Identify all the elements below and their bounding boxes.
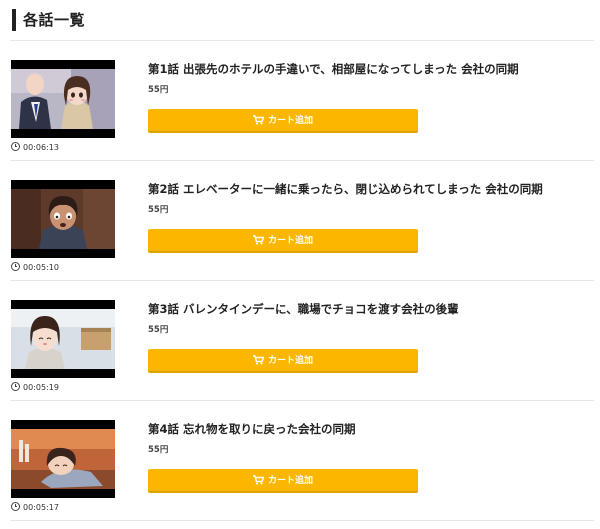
cart-icon — [252, 355, 264, 365]
cart-button-label: カート追加 — [267, 476, 313, 486]
clock-icon — [11, 142, 20, 151]
episode-price: 55円 — [148, 85, 169, 95]
episode-list-page: 各話一覧 00:06:13 第1話 出張先のホテルの手違いで、相部屋になってしま… — [0, 0, 600, 529]
episode-title[interactable]: 第3話 バレンタインデーに、職場でチョコを渡す会社の後輩 — [148, 301, 593, 317]
episode-thumbnail[interactable] — [11, 180, 115, 258]
clock-icon — [11, 262, 20, 271]
episode-item: 00:06:13 第1話 出張先のホテルの手違いで、相部屋になってしまった 会社… — [0, 41, 600, 161]
cart-icon — [252, 475, 264, 485]
episode-title[interactable]: 第2話 エレベーターに一緒に乗ったら、閉じ込められてしまった 会社の同期 — [148, 181, 593, 197]
episode-price: 55円 — [148, 325, 169, 335]
episode-thumbnail[interactable] — [11, 300, 115, 378]
duration-label: 00:05:10 — [11, 262, 59, 274]
section-title: 各話一覧 — [12, 9, 85, 31]
add-to-cart-button[interactable]: カート追加 — [148, 349, 418, 373]
duration-value: 00:05:17 — [23, 503, 59, 512]
cart-button-label: カート追加 — [267, 116, 313, 126]
episode-thumbnail[interactable] — [11, 60, 115, 138]
duration-label: 00:06:13 — [11, 142, 59, 154]
episode-price: 55円 — [148, 445, 169, 455]
episode-item: 00:05:17 第4話 忘れ物を取りに戻った会社の同期 55円 カート追加 — [0, 401, 600, 521]
duration-label: 00:05:17 — [11, 502, 59, 514]
clock-icon — [11, 502, 20, 511]
duration-value: 00:05:19 — [23, 383, 59, 392]
add-to-cart-button[interactable]: カート追加 — [148, 469, 418, 493]
episode-thumbnail[interactable] — [11, 420, 115, 498]
duration-value: 00:05:10 — [23, 263, 59, 272]
add-to-cart-button[interactable]: カート追加 — [148, 109, 418, 133]
cart-button-label: カート追加 — [267, 356, 313, 366]
clock-icon — [11, 382, 20, 391]
add-to-cart-button[interactable]: カート追加 — [148, 229, 418, 253]
episode-title[interactable]: 第4話 忘れ物を取りに戻った会社の同期 — [148, 421, 593, 437]
cart-icon — [252, 115, 264, 125]
duration-value: 00:06:13 — [23, 143, 59, 152]
cart-button-label: カート追加 — [267, 236, 313, 246]
episode-title[interactable]: 第1話 出張先のホテルの手違いで、相部屋になってしまった 会社の同期 — [148, 61, 593, 77]
episode-divider — [10, 520, 594, 521]
cart-icon — [252, 235, 264, 245]
episode-item: 00:05:19 第3話 バレンタインデーに、職場でチョコを渡す会社の後輩 55… — [0, 281, 600, 401]
duration-label: 00:05:19 — [11, 382, 59, 394]
episode-item: 00:05:10 第2話 エレベーターに一緒に乗ったら、閉じ込められてしまった … — [0, 161, 600, 281]
episode-price: 55円 — [148, 205, 169, 215]
